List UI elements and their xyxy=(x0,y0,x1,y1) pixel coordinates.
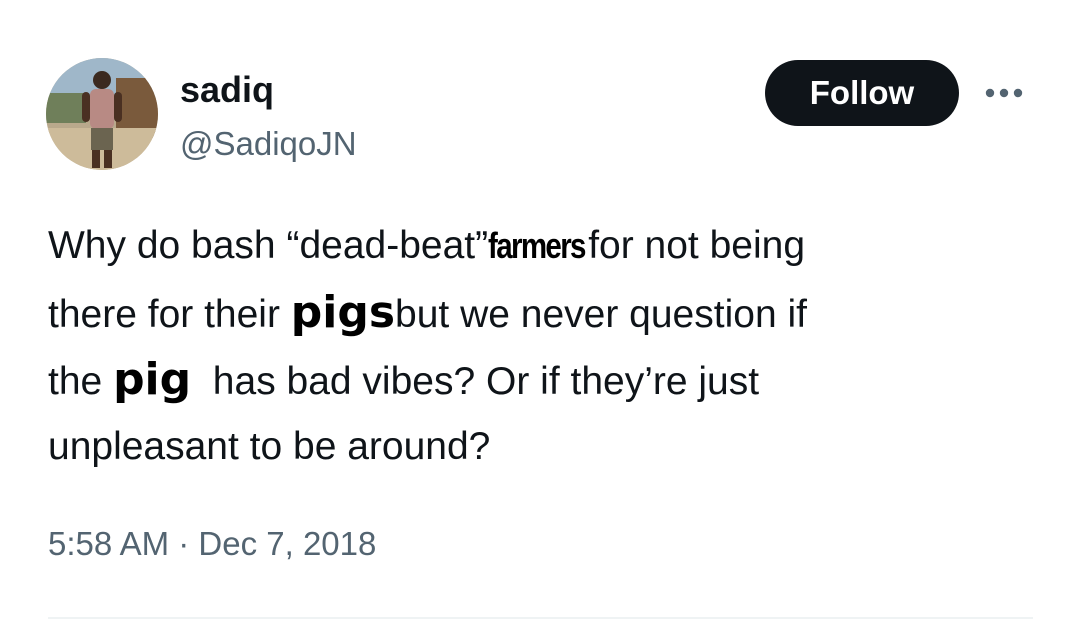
author-display-name[interactable]: sadiq xyxy=(180,68,274,112)
tweet-text-segment: unpleasant to be around? xyxy=(48,425,491,468)
more-options-button[interactable] xyxy=(978,80,1030,106)
divider xyxy=(48,617,1033,619)
tweet-text-segment: has bad vibes? Or if they’re just xyxy=(191,360,760,403)
tweet-line-1: Why do bash “dead-beat”farmersfor not be… xyxy=(48,212,1048,279)
tweet-line-3: the pig has bad vibes? Or if they’re jus… xyxy=(48,346,1048,413)
edited-word-pig: pig xyxy=(113,354,192,405)
more-horizontal-icon xyxy=(985,88,1023,98)
edited-word-pigs: pigs xyxy=(290,287,396,338)
edited-word-farmers: farmers xyxy=(488,225,586,266)
tweet-line-4: unpleasant to be around? xyxy=(48,413,1048,480)
avatar[interactable] xyxy=(46,58,158,170)
tweet-text-segment: Why do bash “dead-beat” xyxy=(48,224,489,267)
tweet-text-segment: but we never question if xyxy=(395,293,807,336)
tweet-card: sadiq @SadiqoJN Follow Why do bash “dead… xyxy=(0,0,1080,626)
tweet-text-segment: there for their xyxy=(48,293,291,336)
follow-button[interactable]: Follow xyxy=(765,60,959,126)
tweet-timestamp[interactable]: 5:58 AM · Dec 7, 2018 xyxy=(48,522,376,566)
tweet-text-segment: the xyxy=(48,360,114,403)
author-handle[interactable]: @SadiqoJN xyxy=(180,124,357,164)
tweet-line-2: there for their pigsbut we never questio… xyxy=(48,279,1048,346)
tweet-text-segment: for not being xyxy=(588,224,806,267)
tweet-text: Why do bash “dead-beat”farmersfor not be… xyxy=(48,212,1048,480)
avatar-photo xyxy=(46,58,158,170)
